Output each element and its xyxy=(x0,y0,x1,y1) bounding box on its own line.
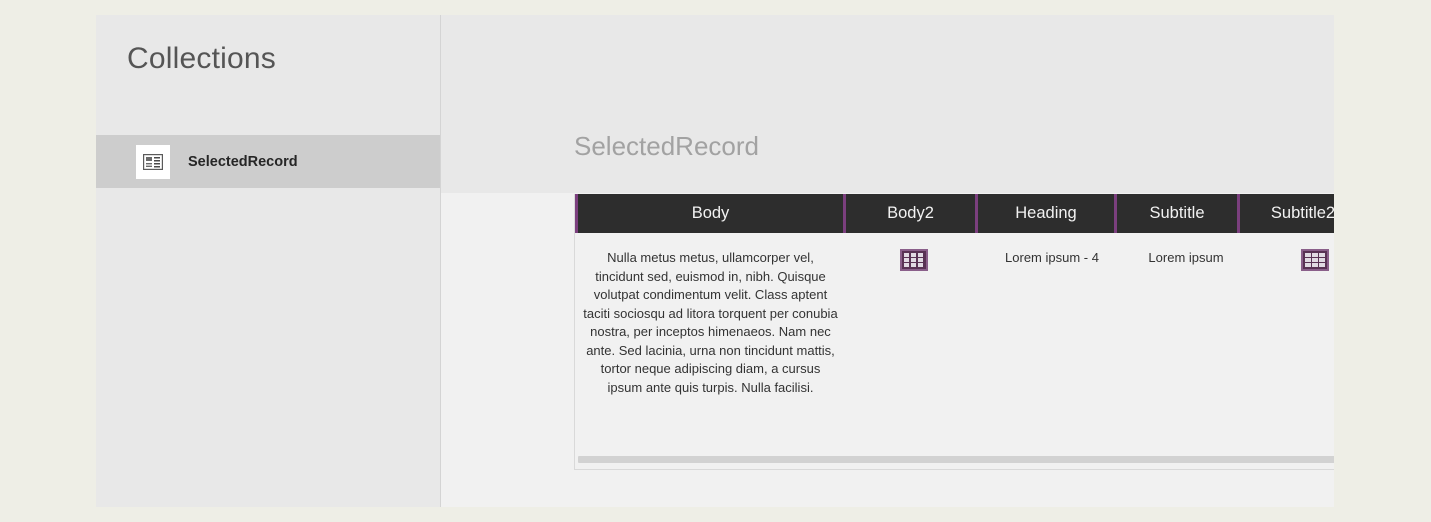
column-header-subtitle2[interactable]: Subtitle2 xyxy=(1237,194,1334,233)
column-header-body[interactable]: Body xyxy=(575,194,846,233)
cell-subtitle: Lorem ipsum xyxy=(1148,250,1224,265)
table-header-row: Body Body2 Heading Subtitle Subtitle2 xyxy=(575,194,1334,233)
horizontal-scrollbar[interactable] xyxy=(576,454,1334,465)
cell-body2 xyxy=(846,233,981,397)
sidebar-item-label: SelectedRecord xyxy=(188,153,298,170)
content-area: SelectedRecord Body Body2 Heading Subtit… xyxy=(441,15,1334,507)
table-row[interactable]: Nulla metus metus, ullamcorper vel, tinc… xyxy=(575,233,1334,397)
column-header-body2[interactable]: Body2 xyxy=(843,194,978,233)
table-icon xyxy=(1301,249,1329,271)
app-root: Collections SelectedRecord SelectedRecor… xyxy=(0,0,1431,522)
record-card-icon xyxy=(136,144,170,179)
sidebar-title: Collections xyxy=(127,42,276,75)
cell-heading: Lorem ipsum - 4 xyxy=(1005,250,1099,265)
page-title: SelectedRecord xyxy=(574,131,759,161)
column-header-subtitle[interactable]: Subtitle xyxy=(1114,194,1240,233)
cell-body: Nulla metus metus, ullamcorper vel, tinc… xyxy=(583,250,838,395)
column-header-heading[interactable]: Heading xyxy=(975,194,1117,233)
data-table: Body Body2 Heading Subtitle Subtitle2 Nu… xyxy=(574,194,1334,470)
table-icon xyxy=(899,249,928,271)
collections-panel: Collections SelectedRecord SelectedRecor… xyxy=(96,15,1334,507)
sidebar-item-selectedrecord[interactable]: SelectedRecord xyxy=(96,135,440,188)
scrollbar-thumb[interactable] xyxy=(578,456,1334,463)
sidebar: Collections SelectedRecord xyxy=(96,15,440,507)
cell-subtitle2 xyxy=(1249,233,1334,397)
